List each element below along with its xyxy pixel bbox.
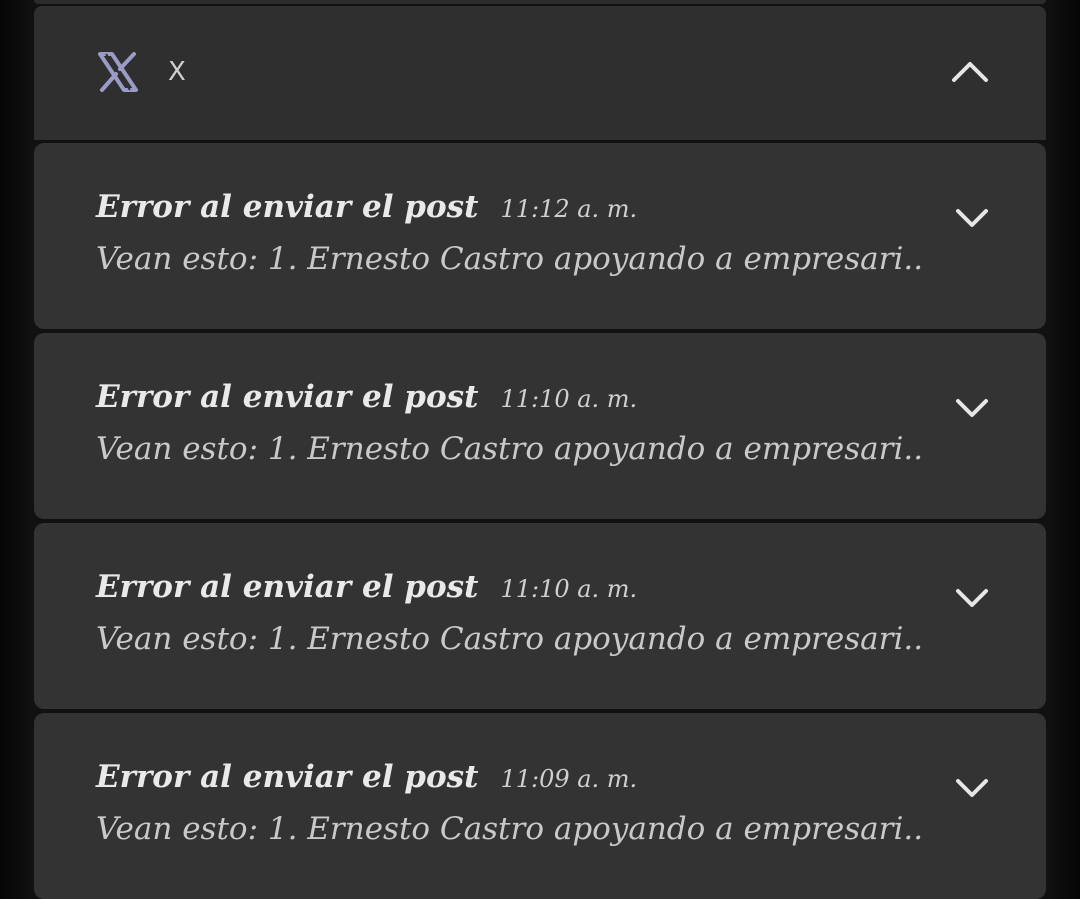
notification-title: Error al enviar el post — [96, 379, 479, 415]
notification-body: Vean esto: 1. Ernesto Castro apoyando a … — [96, 811, 924, 847]
notification-time: 11:10 a. m. — [500, 575, 638, 603]
x-logo-icon — [96, 52, 140, 92]
chevron-up-icon[interactable] — [946, 50, 994, 94]
notification-card[interactable]: Error al enviar el post 11:10 a. m. Vean… — [34, 333, 1046, 519]
notification-card[interactable]: Error al enviar el post 11:10 a. m. Vean… — [34, 523, 1046, 709]
chevron-down-icon[interactable] — [948, 389, 996, 429]
chevron-down-icon[interactable] — [948, 199, 996, 239]
previous-card-edge — [34, 0, 1046, 4]
chevron-down-icon[interactable] — [948, 769, 996, 809]
app-name: X — [168, 57, 186, 87]
notification-title: Error al enviar el post — [96, 189, 479, 225]
notification-time: 11:09 a. m. — [500, 765, 638, 793]
notification-title-row: Error al enviar el post 11:09 a. m. — [96, 759, 637, 795]
notification-title-row: Error al enviar el post 11:10 a. m. — [96, 379, 637, 415]
notification-body: Vean esto: 1. Ernesto Castro apoyando a … — [96, 621, 924, 657]
notification-time: 11:10 a. m. — [500, 385, 638, 413]
notification-title: Error al enviar el post — [96, 569, 479, 605]
notification-title: Error al enviar el post — [96, 759, 479, 795]
notification-card[interactable]: Error al enviar el post 11:12 a. m. Vean… — [34, 143, 1046, 329]
notification-body: Vean esto: 1. Ernesto Castro apoyando a … — [96, 431, 924, 467]
notification-title-row: Error al enviar el post 11:12 a. m. — [96, 189, 637, 225]
chevron-down-icon[interactable] — [948, 579, 996, 619]
notification-time: 11:12 a. m. — [500, 195, 638, 223]
notification-card[interactable]: Error al enviar el post 11:09 a. m. Vean… — [34, 713, 1046, 899]
notification-group-header[interactable]: X — [34, 6, 1046, 140]
notification-shade: X Error al enviar el post 11:12 a. m. Ve… — [0, 0, 1080, 899]
notification-body: Vean esto: 1. Ernesto Castro apoyando a … — [96, 241, 924, 277]
notification-title-row: Error al enviar el post 11:10 a. m. — [96, 569, 637, 605]
